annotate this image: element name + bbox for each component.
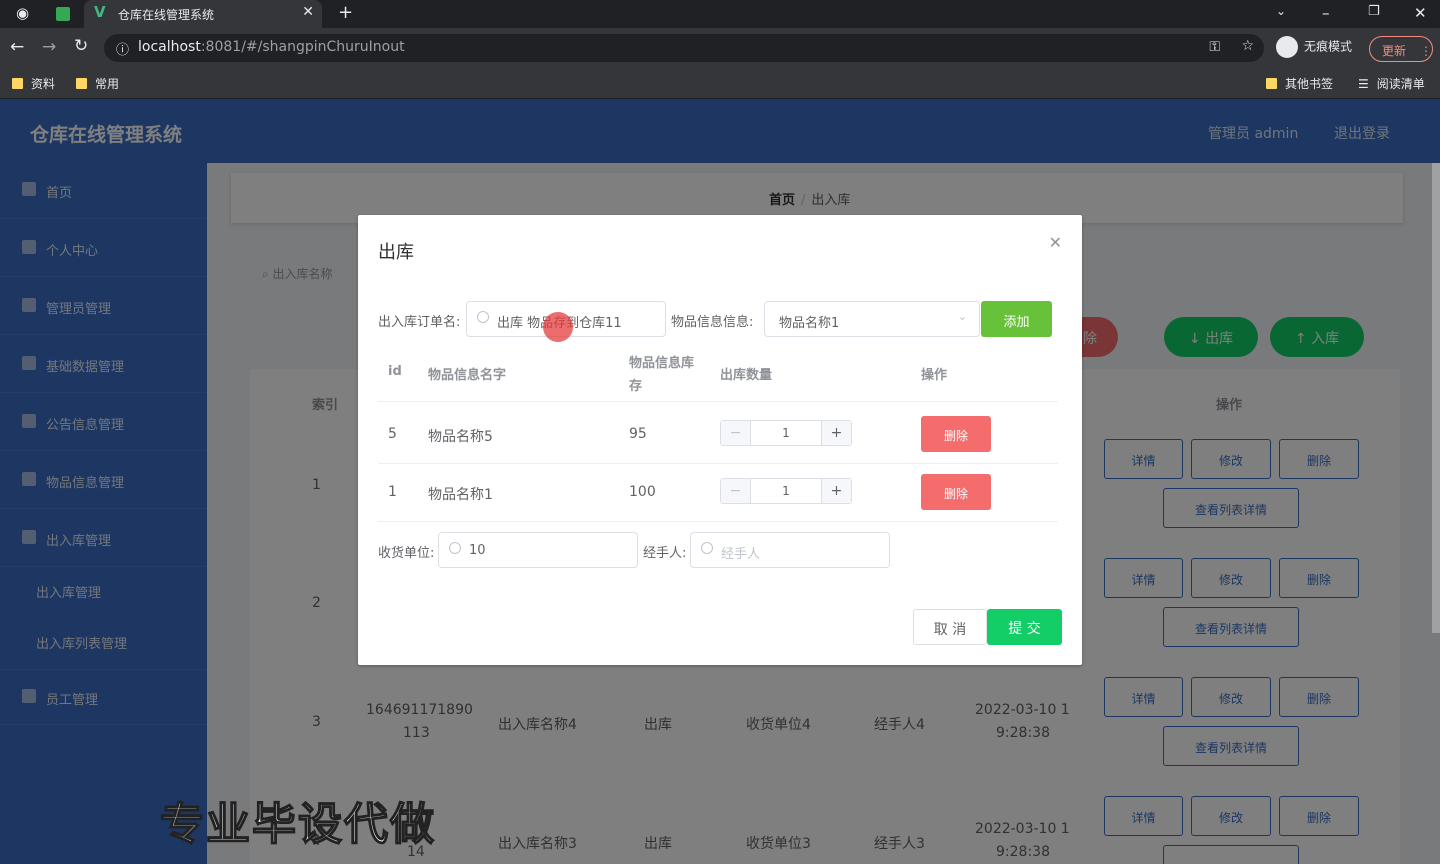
site-info-icon[interactable]: ⓘ (116, 39, 129, 58)
tab-close-icon[interactable]: ✕ (302, 4, 314, 20)
dialog-close-icon[interactable]: ✕ (1049, 233, 1062, 252)
col-name-header: 物品信息名字 (428, 368, 507, 383)
search-icon (701, 542, 713, 554)
other-bookmarks[interactable]: 其他书签 (1266, 75, 1333, 92)
folder-icon (76, 78, 87, 89)
reading-list-icon: ☰ (1358, 77, 1369, 91)
order-label: 出入库订单名: (378, 315, 461, 330)
forward-icon[interactable]: → (42, 37, 56, 57)
key-icon[interactable]: ⚿ (1209, 39, 1220, 55)
restore-icon[interactable]: ❐ (1368, 4, 1380, 19)
stock-out-dialog: 出库 ✕ 出入库订单名: 出库 物品存到仓库11 物品信息信息: 物品名称1 ⌄… (358, 215, 1082, 665)
handler-input[interactable]: 经手人 (690, 532, 890, 568)
item-row-2-name: 物品名称1 (428, 487, 493, 503)
minimize-icon[interactable]: – (1322, 4, 1330, 22)
handler-label: 经手人: (643, 546, 687, 561)
search-icon (477, 311, 489, 323)
url-path: :8081/#/shangpinChuruInout (200, 39, 405, 55)
chevron-down-icon: ⌄ (957, 310, 967, 323)
add-item-button[interactable]: 添加 (981, 301, 1052, 337)
menu-dots-icon[interactable]: ⋮ (1420, 44, 1432, 58)
tab-search-icon[interactable]: ⌄ (1276, 4, 1286, 18)
browser-tabbar: ◉ V 仓库在线管理系统 ✕ + ⌄ – ❐ ✕ (0, 0, 1440, 28)
plus-icon[interactable]: + (821, 479, 851, 503)
tab-active[interactable]: V 仓库在线管理系统 ✕ (84, 0, 322, 28)
col-stock-header-b: 存 (629, 379, 643, 394)
minus-icon[interactable]: − (721, 479, 751, 503)
bookmark-folder-1[interactable]: 资料 (12, 75, 55, 92)
item-row-1-delete-button[interactable]: 删除 (921, 416, 991, 452)
item-row-2-id: 1 (388, 484, 397, 500)
col-ops-header: 操作 (921, 368, 948, 383)
col-id-header: id (388, 364, 402, 379)
plus-icon[interactable]: + (821, 421, 851, 445)
bookmarks-bar: 资料 常用 其他书签 ☰ 阅读清单 (0, 68, 1440, 99)
folder-icon (12, 78, 23, 89)
new-tab-icon[interactable]: + (338, 2, 353, 23)
search-icon (449, 542, 461, 554)
click-indicator (543, 312, 573, 342)
incognito-icon (1276, 36, 1298, 58)
item-row-1-id: 5 (388, 426, 397, 442)
row-divider (378, 521, 1058, 522)
item-row-1-name: 物品名称5 (428, 429, 493, 445)
browser-logo-icon: ◉ (16, 4, 30, 22)
update-label: 更新 (1382, 44, 1407, 58)
page-scrollbar[interactable] (1432, 163, 1440, 633)
minus-icon[interactable]: − (721, 421, 751, 445)
back-icon[interactable]: ← (10, 37, 24, 57)
star-icon[interactable]: ☆ (1241, 38, 1254, 54)
item-row-1-stock: 95 (629, 426, 647, 442)
receiver-input[interactable]: 10 (438, 532, 638, 568)
submit-button[interactable]: 提 交 (987, 609, 1062, 645)
vue-logo-icon: V (94, 3, 106, 21)
bookmark-folder-2[interactable]: 常用 (76, 75, 119, 92)
item-row-2-delete-button[interactable]: 删除 (921, 474, 991, 510)
watermark-text: 专业毕设代做 (159, 798, 436, 851)
incognito-indicator[interactable]: 无痕模式 (1276, 36, 1352, 58)
close-window-icon[interactable]: ✕ (1414, 4, 1427, 22)
url-host: localhost (138, 39, 201, 55)
app-tab-icon[interactable] (56, 7, 70, 21)
item-row-2-stock: 100 (629, 484, 656, 500)
item-label: 物品信息信息: (671, 315, 754, 330)
folder-icon (1266, 78, 1277, 89)
col-qty-header: 出库数量 (720, 368, 773, 383)
item-row-2-qty-stepper[interactable]: − 1 + (720, 478, 852, 504)
receiver-label: 收货单位: (378, 546, 435, 561)
address-bar: ← → ↻ ⓘ localhost:8081/#/shangpinChuruIn… (0, 28, 1440, 68)
col-stock-header-a: 物品信息库 (629, 356, 695, 371)
dialog-title: 出库 (378, 242, 414, 263)
cancel-button[interactable]: 取 消 (913, 609, 987, 645)
row-divider (378, 463, 1058, 464)
tab-title: 仓库在线管理系统 (118, 8, 215, 22)
incognito-label: 无痕模式 (1304, 39, 1353, 54)
update-button[interactable]: 更新 ⋮ (1369, 36, 1433, 62)
item-row-1-qty-stepper[interactable]: − 1 + (720, 420, 852, 446)
url-input[interactable]: ⓘ localhost:8081/#/shangpinChuruInout ⚿ … (104, 34, 1264, 62)
item-select[interactable]: 物品名称1 ⌄ (764, 301, 980, 337)
reading-list[interactable]: ☰ 阅读清单 (1358, 75, 1425, 92)
table-divider (378, 401, 1058, 402)
reload-icon[interactable]: ↻ (74, 36, 88, 56)
